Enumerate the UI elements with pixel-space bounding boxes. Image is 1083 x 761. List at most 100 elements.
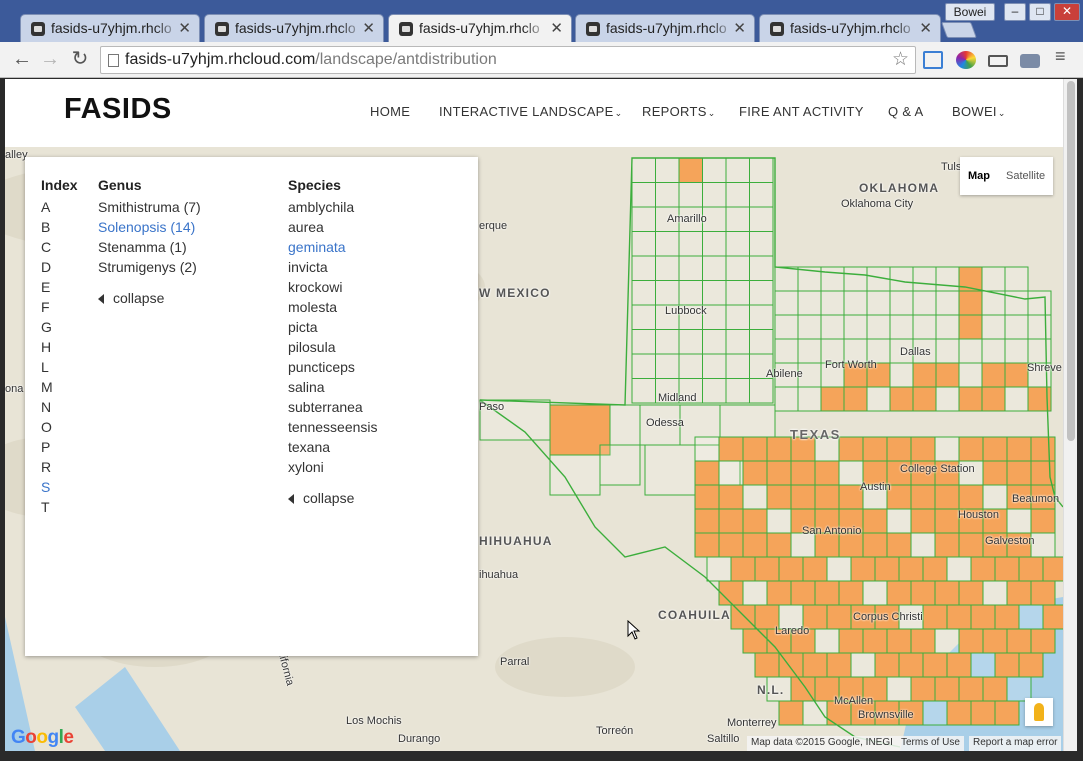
index-letter[interactable]: M bbox=[41, 379, 53, 399]
maximize-icon[interactable]: □ bbox=[1029, 3, 1051, 21]
species-collapse-button[interactable]: collapse bbox=[288, 490, 354, 506]
species-item[interactable]: pilosula bbox=[288, 339, 378, 359]
tab-close-icon[interactable]: ✕ bbox=[550, 19, 563, 37]
site-header: FASIDS HOME INTERACTIVE LANDSCAPE⌄ REPOR… bbox=[5, 79, 1063, 147]
nav-label: INTERACTIVE LANDSCAPE bbox=[439, 104, 614, 119]
county-infested bbox=[790, 580, 816, 606]
map-type-satellite-button[interactable]: Satellite bbox=[1006, 170, 1045, 182]
site-brand[interactable]: FASIDS bbox=[64, 93, 172, 126]
browser-tab[interactable]: fasids-u7yhjm.rhclo ✕ bbox=[575, 14, 755, 42]
species-item[interactable]: subterranea bbox=[288, 399, 378, 419]
scrollbar-thumb[interactable] bbox=[1067, 81, 1075, 441]
index-letter[interactable]: L bbox=[41, 359, 53, 379]
county-infested bbox=[946, 652, 972, 678]
cast-icon[interactable] bbox=[923, 51, 943, 69]
county-infested bbox=[934, 580, 960, 606]
county-infested bbox=[766, 484, 792, 510]
index-letter[interactable]: C bbox=[41, 239, 53, 259]
county-infested bbox=[718, 484, 744, 510]
page-scrollbar[interactable] bbox=[1063, 79, 1077, 751]
county bbox=[826, 556, 852, 582]
genus-item[interactable]: Solenopsis (14) bbox=[98, 219, 201, 239]
back-arrow-icon[interactable]: ← bbox=[10, 48, 34, 72]
index-letter[interactable]: B bbox=[41, 219, 53, 239]
browser-tab-active[interactable]: fasids-u7yhjm.rhclo ✕ bbox=[388, 14, 572, 42]
species-item[interactable]: krockowi bbox=[288, 279, 378, 299]
tab-close-icon[interactable]: ✕ bbox=[733, 19, 746, 37]
genus-item[interactable]: Stenamma (1) bbox=[98, 239, 201, 259]
window-close-icon[interactable]: ✕ bbox=[1054, 3, 1080, 21]
index-letter[interactable]: P bbox=[41, 439, 53, 459]
county bbox=[725, 255, 750, 281]
map-type-map-button[interactable]: Map bbox=[968, 170, 990, 182]
index-letter[interactable]: R bbox=[41, 459, 53, 479]
species-item[interactable]: geminata bbox=[288, 239, 378, 259]
index-letter[interactable]: S bbox=[41, 479, 53, 499]
species-item[interactable]: aurea bbox=[288, 219, 378, 239]
species-item[interactable]: salina bbox=[288, 379, 378, 399]
index-letter[interactable]: G bbox=[41, 319, 53, 339]
species-item[interactable]: tennesseensis bbox=[288, 419, 378, 439]
index-letter[interactable]: F bbox=[41, 299, 53, 319]
species-item[interactable]: texana bbox=[288, 439, 378, 459]
camera-icon[interactable] bbox=[1020, 54, 1040, 68]
index-letter[interactable]: E bbox=[41, 279, 53, 299]
mouse-cursor-icon bbox=[627, 620, 641, 640]
county bbox=[866, 290, 891, 316]
minimize-icon[interactable]: – bbox=[1004, 3, 1026, 21]
county bbox=[749, 280, 774, 306]
county-infested bbox=[958, 628, 984, 654]
species-item[interactable]: xyloni bbox=[288, 459, 378, 479]
index-letter[interactable]: O bbox=[41, 419, 53, 439]
genus-item[interactable]: Strumigenys (2) bbox=[98, 259, 201, 279]
browser-tab[interactable]: fasids-u7yhjm.rhclo ✕ bbox=[759, 14, 941, 42]
street-view-pegman-icon[interactable] bbox=[1025, 698, 1053, 726]
genus-item[interactable]: Smithistruma (7) bbox=[98, 199, 201, 219]
nav-home[interactable]: HOME bbox=[370, 104, 410, 119]
tab-close-icon[interactable]: ✕ bbox=[362, 19, 375, 37]
index-letter[interactable]: H bbox=[41, 339, 53, 359]
species-item[interactable]: picta bbox=[288, 319, 378, 339]
species-item[interactable]: invicta bbox=[288, 259, 378, 279]
report-map-error-link[interactable]: Report a map error bbox=[969, 736, 1062, 751]
nav-interactive-landscape[interactable]: INTERACTIVE LANDSCAPE⌄ bbox=[439, 104, 622, 119]
county-infested bbox=[754, 556, 780, 582]
new-tab-button[interactable] bbox=[941, 22, 977, 38]
county-infested bbox=[934, 676, 960, 702]
browser-tab[interactable]: fasids-u7yhjm.rhclo ✕ bbox=[204, 14, 384, 42]
species-item[interactable]: amblychila bbox=[288, 199, 378, 219]
species-item[interactable]: puncticeps bbox=[288, 359, 378, 379]
species-item[interactable]: molesta bbox=[288, 299, 378, 319]
browser-tab[interactable]: fasids-u7yhjm.rhclo ✕ bbox=[20, 14, 200, 42]
nav-fire-ant-activity[interactable]: FIRE ANT ACTIVITY bbox=[739, 104, 864, 119]
index-letter[interactable]: T bbox=[41, 499, 53, 519]
index-letter[interactable]: D bbox=[41, 259, 53, 279]
county bbox=[797, 338, 822, 364]
county-infested bbox=[958, 484, 984, 510]
index-letter[interactable]: N bbox=[41, 399, 53, 419]
nav-reports[interactable]: REPORTS⌄ bbox=[642, 104, 716, 119]
google-logo: Google bbox=[11, 727, 74, 748]
window-bottom-edge bbox=[0, 751, 1083, 761]
tab-close-icon[interactable]: ✕ bbox=[919, 19, 932, 37]
county-infested bbox=[958, 580, 984, 606]
county bbox=[774, 290, 799, 316]
bookmark-star-icon[interactable]: ☆ bbox=[892, 47, 909, 73]
color-picker-icon[interactable] bbox=[956, 51, 976, 69]
chrome-menu-icon[interactable]: ≡ bbox=[1055, 47, 1069, 65]
tab-close-icon[interactable]: ✕ bbox=[178, 19, 191, 37]
forward-arrow-icon[interactable]: → bbox=[38, 48, 62, 72]
extension-chip-icon[interactable] bbox=[988, 55, 1008, 67]
reload-icon[interactable]: ↻ bbox=[68, 48, 92, 72]
county-infested bbox=[922, 604, 948, 630]
county-infested bbox=[843, 386, 868, 412]
terms-of-use-link[interactable]: Terms of Use bbox=[897, 736, 964, 751]
county-infested bbox=[754, 652, 780, 678]
index-letter[interactable]: A bbox=[41, 199, 53, 219]
address-bar[interactable]: fasids-u7yhjm.rhcloud.com/landscape/antd… bbox=[100, 46, 916, 74]
profile-button[interactable]: Bowei bbox=[945, 3, 995, 21]
county bbox=[774, 266, 799, 292]
nav-qa[interactable]: Q & A bbox=[888, 104, 923, 119]
genus-collapse-button[interactable]: collapse bbox=[98, 290, 164, 306]
nav-user-bowei[interactable]: BOWEI⌄ bbox=[952, 104, 1006, 119]
